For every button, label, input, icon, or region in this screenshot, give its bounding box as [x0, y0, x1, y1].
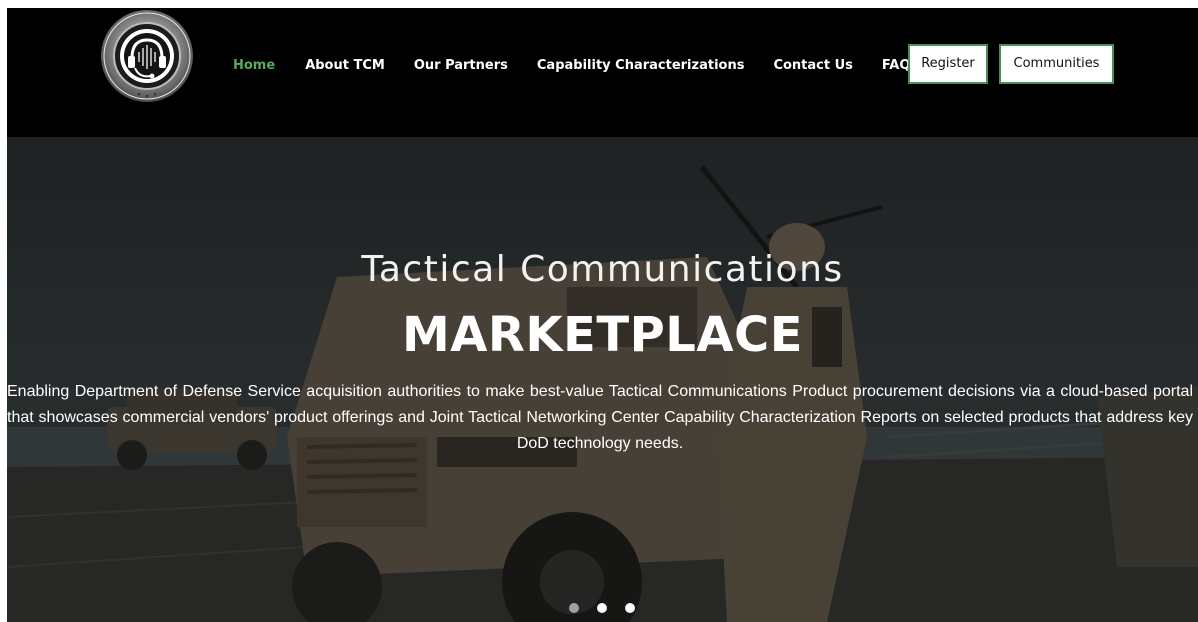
- nav-contact-us[interactable]: Contact Us: [773, 58, 852, 73]
- tcm-seal-logo-icon[interactable]: [99, 8, 195, 104]
- hero-subtitle: MARKETPLACE: [401, 307, 804, 363]
- carousel-dot-3[interactable]: [625, 603, 635, 613]
- carousel-dot-1[interactable]: [569, 603, 579, 613]
- main-nav: Home About TCM Our Partners Capability C…: [233, 55, 918, 75]
- nav-capability-characterizations[interactable]: Capability Characterizations: [537, 58, 745, 73]
- register-button[interactable]: Register: [908, 44, 988, 84]
- page: Home About TCM Our Partners Capability C…: [0, 0, 1198, 622]
- hero-banner: Tactical Communications MARKETPLACE Enab…: [7, 137, 1198, 622]
- nav-about-tcm[interactable]: About TCM: [305, 58, 385, 73]
- carousel-indicators: [569, 603, 635, 613]
- carousel-dot-2[interactable]: [597, 603, 607, 613]
- nav-home[interactable]: Home: [233, 58, 275, 73]
- hero-description: Enabling Department of Defense Service a…: [7, 383, 1193, 452]
- hero-title: Tactical Communications: [361, 249, 844, 290]
- communities-button[interactable]: Communities: [999, 44, 1114, 84]
- nav-our-partners[interactable]: Our Partners: [414, 58, 508, 73]
- site-header: Home About TCM Our Partners Capability C…: [7, 8, 1198, 137]
